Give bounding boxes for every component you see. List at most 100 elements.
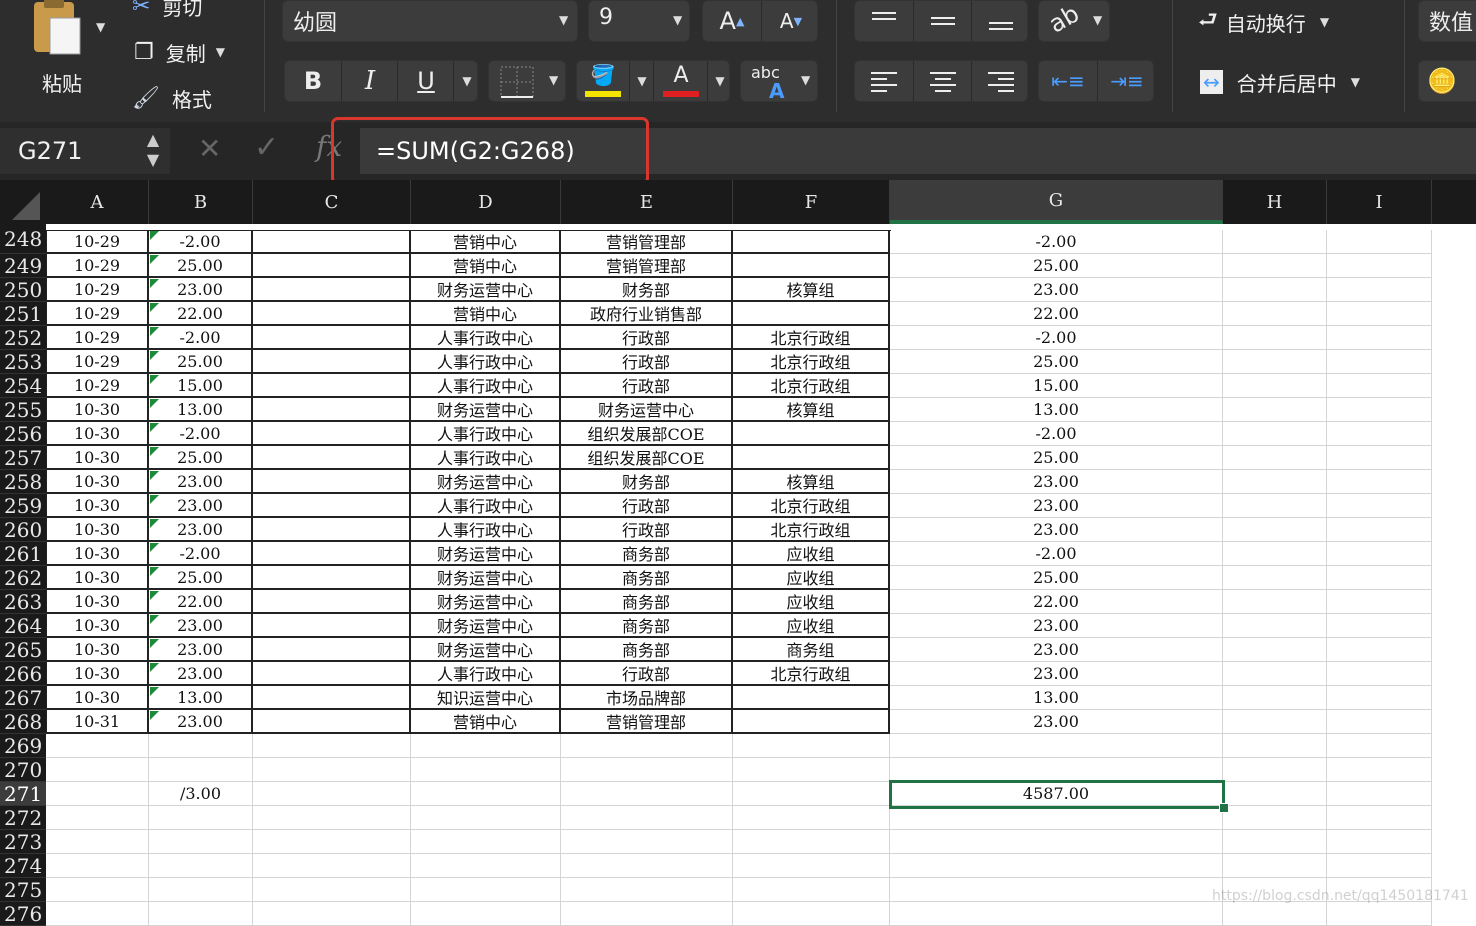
cell-e259[interactable]: 行政部 [561, 494, 733, 518]
cell-f275[interactable] [733, 878, 890, 902]
cell-a269[interactable] [46, 734, 149, 758]
cell-c253[interactable] [253, 350, 411, 374]
cell-h267[interactable] [1223, 686, 1327, 710]
cell-f271[interactable] [733, 782, 890, 806]
cell-h248[interactable] [1223, 230, 1327, 254]
error-indicator-icon[interactable] [150, 567, 159, 576]
cell-c273[interactable] [253, 830, 411, 854]
error-indicator-icon[interactable] [150, 615, 159, 624]
cell-b264[interactable]: 23.00 [149, 614, 253, 638]
cell-e269[interactable] [561, 734, 733, 758]
cell-d275[interactable] [411, 878, 561, 902]
cell-i251[interactable] [1327, 302, 1432, 326]
cell-h268[interactable] [1223, 710, 1327, 734]
cell-e261[interactable]: 商务部 [561, 542, 733, 566]
row-header-265[interactable]: 265 [0, 638, 46, 662]
cell-h263[interactable] [1223, 590, 1327, 614]
cell-g274[interactable] [890, 854, 1223, 878]
cell-h261[interactable] [1223, 542, 1327, 566]
cell-a251[interactable]: 10-29 [46, 302, 149, 326]
font-size-select[interactable]: 9 ▼ [588, 0, 690, 42]
cell-f253[interactable]: 北京行政组 [733, 350, 890, 374]
cell-b259[interactable]: 23.00 [149, 494, 253, 518]
cell-c248[interactable] [253, 230, 411, 254]
cell-e255[interactable]: 财务运营中心 [561, 398, 733, 422]
cell-b253[interactable]: 25.00 [149, 350, 253, 374]
cell-b275[interactable] [149, 878, 253, 902]
error-indicator-icon[interactable] [150, 711, 159, 720]
cell-e249[interactable]: 营销管理部 [561, 254, 733, 278]
row-header-260[interactable]: 260 [0, 518, 46, 542]
select-all-button[interactable] [0, 180, 46, 224]
cell-g249[interactable]: 25.00 [890, 254, 1223, 278]
cell-d265[interactable]: 财务运营中心 [411, 638, 561, 662]
column-header-f[interactable]: F [733, 180, 890, 224]
cell-g265[interactable]: 23.00 [890, 638, 1223, 662]
cell-g267[interactable]: 13.00 [890, 686, 1223, 710]
cell-a272[interactable] [46, 806, 149, 830]
cell-c250[interactable] [253, 278, 411, 302]
confirm-icon[interactable]: ✓ [254, 130, 279, 165]
cell-i258[interactable] [1327, 470, 1432, 494]
cell-c260[interactable] [253, 518, 411, 542]
cell-a258[interactable]: 10-30 [46, 470, 149, 494]
cell-i268[interactable] [1327, 710, 1432, 734]
cell-h259[interactable] [1223, 494, 1327, 518]
row-header-250[interactable]: 250 [0, 278, 46, 302]
error-indicator-icon[interactable] [150, 327, 159, 336]
row-header-251[interactable]: 251 [0, 302, 46, 326]
cell-f272[interactable] [733, 806, 890, 830]
error-indicator-icon[interactable] [150, 351, 159, 360]
column-header-b[interactable]: B [149, 180, 253, 224]
cell-d248[interactable]: 营销中心 [411, 230, 561, 254]
error-indicator-icon[interactable] [150, 447, 159, 456]
cut-button[interactable]: ✂ 剪切 [132, 0, 202, 24]
cell-b268[interactable]: 23.00 [149, 710, 253, 734]
cell-g258[interactable]: 23.00 [890, 470, 1223, 494]
cell-a265[interactable]: 10-30 [46, 638, 149, 662]
cell-i248[interactable] [1327, 230, 1432, 254]
cell-e262[interactable]: 商务部 [561, 566, 733, 590]
cell-a249[interactable]: 10-29 [46, 254, 149, 278]
cell-c267[interactable] [253, 686, 411, 710]
row-header-275[interactable]: 275 [0, 878, 46, 902]
bold-button[interactable]: B [285, 61, 341, 101]
fill-handle[interactable] [1219, 803, 1229, 813]
column-header-i[interactable]: I [1327, 180, 1432, 224]
cell-g266[interactable]: 23.00 [890, 662, 1223, 686]
cell-d257[interactable]: 人事行政中心 [411, 446, 561, 470]
align-right-button[interactable] [971, 61, 1030, 101]
cell-i265[interactable] [1327, 638, 1432, 662]
cell-a270[interactable] [46, 758, 149, 782]
cell-b269[interactable] [149, 734, 253, 758]
cell-c256[interactable] [253, 422, 411, 446]
decrease-indent-button[interactable]: ⇤≡ [1039, 61, 1097, 101]
error-indicator-icon[interactable] [150, 471, 159, 480]
cell-i249[interactable] [1327, 254, 1432, 278]
cell-i270[interactable] [1327, 758, 1432, 782]
cell-b252[interactable]: -2.00 [149, 326, 253, 350]
cell-d256[interactable]: 人事行政中心 [411, 422, 561, 446]
cell-i260[interactable] [1327, 518, 1432, 542]
orientation-dropdown-icon[interactable]: ▼ [1093, 13, 1102, 27]
cell-h251[interactable] [1223, 302, 1327, 326]
error-indicator-icon[interactable] [150, 663, 159, 672]
row-header-253[interactable]: 253 [0, 350, 46, 374]
cell-g248[interactable]: -2.00 [890, 230, 1223, 254]
cell-c255[interactable] [253, 398, 411, 422]
align-bottom-button[interactable] [971, 1, 1030, 41]
cell-g269[interactable] [890, 734, 1223, 758]
cell-i261[interactable] [1327, 542, 1432, 566]
cell-i269[interactable] [1327, 734, 1432, 758]
cell-e260[interactable]: 行政部 [561, 518, 733, 542]
align-middle-button[interactable] [913, 1, 972, 41]
cell-b266[interactable]: 23.00 [149, 662, 253, 686]
cell-g276[interactable] [890, 902, 1223, 926]
cell-i264[interactable] [1327, 614, 1432, 638]
cell-g256[interactable]: -2.00 [890, 422, 1223, 446]
cell-e257[interactable]: 组织发展部COE [561, 446, 733, 470]
cell-f268[interactable] [733, 710, 890, 734]
cell-e273[interactable] [561, 830, 733, 854]
cell-i256[interactable] [1327, 422, 1432, 446]
cell-b265[interactable]: 23.00 [149, 638, 253, 662]
